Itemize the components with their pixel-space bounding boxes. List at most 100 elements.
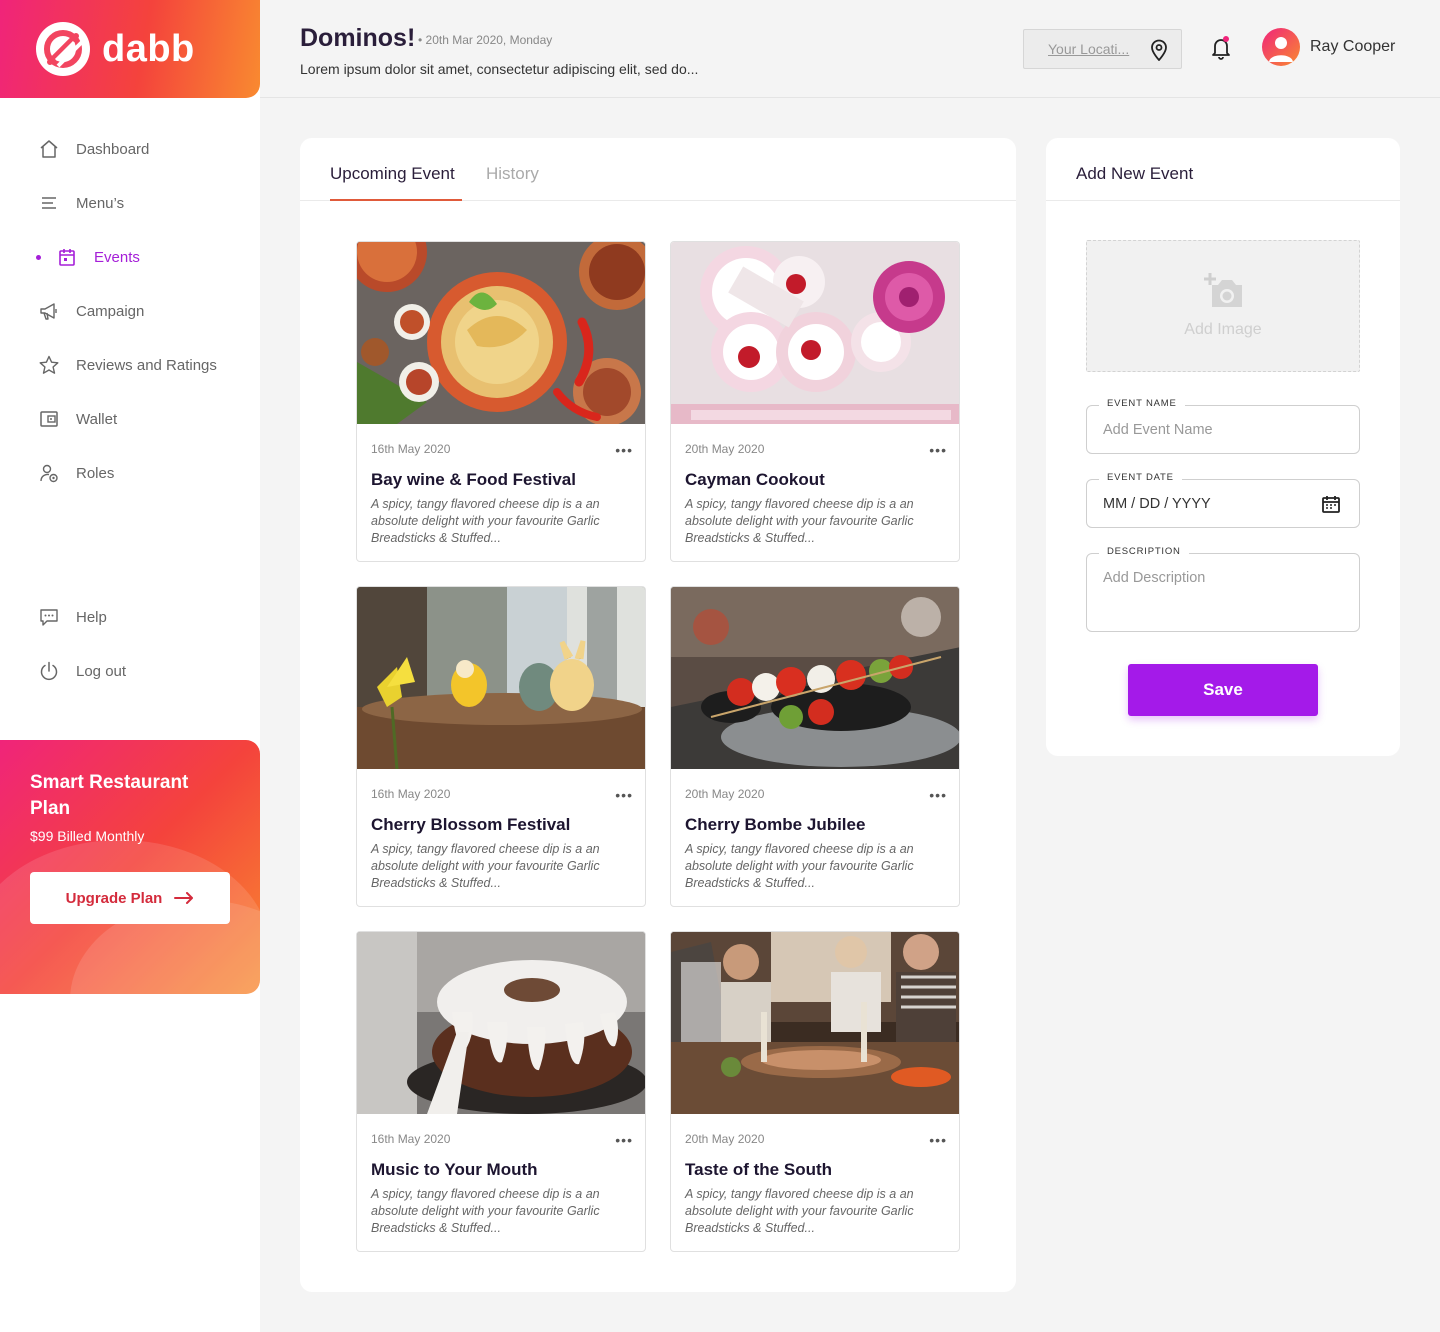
- home-icon: [38, 138, 60, 160]
- event-description: A spicy, tangy flavored cheese dip is a …: [371, 497, 600, 545]
- event-card[interactable]: 16th May 2020 ••• Bay wine & Food Festiv…: [356, 241, 646, 562]
- event-date: 16th May 2020: [371, 787, 451, 801]
- upgrade-plan-button[interactable]: Upgrade Plan: [30, 872, 230, 924]
- page-title: Dominos!: [300, 24, 416, 52]
- event-card[interactable]: 20th May 2020 ••• Taste of the South A s…: [670, 931, 960, 1252]
- header-subtitle: Lorem ipsum dolor sit amet, consectetur …: [300, 61, 699, 77]
- arrow-right-icon: [174, 892, 194, 904]
- event-card[interactable]: 16th May 2020 ••• Music to Your Mouth A …: [356, 931, 646, 1252]
- event-description: A spicy, tangy flavored cheese dip is a …: [685, 1187, 914, 1235]
- megaphone-icon: [38, 300, 60, 322]
- avatar[interactable]: [1262, 28, 1300, 66]
- event-card[interactable]: 16th May 2020 ••• Cherry Blossom Festiva…: [356, 586, 646, 907]
- event-photo-pink-desserts: [671, 242, 959, 424]
- event-date: 20th May 2020: [685, 787, 765, 801]
- sidebar-item-wallet[interactable]: Wallet: [0, 392, 260, 446]
- user-name[interactable]: Ray Cooper: [1310, 38, 1395, 56]
- more-options-icon[interactable]: •••: [615, 1132, 633, 1148]
- upgrade-plan-label: Upgrade Plan: [65, 889, 163, 907]
- event-date: 20th May 2020: [685, 1132, 765, 1146]
- event-name-placeholder: Add Event Name: [1103, 422, 1213, 438]
- event-title: Cherry Bombe Jubilee: [685, 815, 866, 834]
- sidebar-bottom-nav: Help Log out: [0, 590, 260, 698]
- event-description: A spicy, tangy flavored cheese dip is a …: [371, 1187, 600, 1235]
- event-name-label: EVENT NAME: [1099, 398, 1185, 409]
- tab-upcoming-event[interactable]: Upcoming Event: [330, 164, 455, 184]
- sidebar-item-help[interactable]: Help: [0, 590, 260, 644]
- menu-icon: [38, 192, 60, 214]
- promo-title: Smart Restaurant Plan: [30, 772, 189, 819]
- tab-history[interactable]: History: [486, 164, 539, 184]
- more-options-icon[interactable]: •••: [615, 787, 633, 803]
- event-photo-caprese-skewers: [671, 587, 959, 769]
- event-date: 16th May 2020: [371, 442, 451, 456]
- event-date-field[interactable]: EVENT DATE MM / DD / YYYY: [1086, 472, 1360, 528]
- event-title: Bay wine & Food Festival: [371, 470, 576, 489]
- sidebar-item-label: Help: [76, 608, 107, 626]
- notification-bell-icon[interactable]: [1210, 36, 1232, 65]
- location-selector[interactable]: Your Locati...: [1023, 29, 1182, 69]
- event-description-field[interactable]: DESCRIPTION Add Description: [1086, 546, 1360, 632]
- add-event-title: Add New Event: [1076, 164, 1194, 183]
- event-description-placeholder: Add Description: [1103, 570, 1206, 586]
- location-text: Your Locati...: [1048, 41, 1130, 57]
- sidebar-item-logout[interactable]: Log out: [0, 644, 260, 698]
- sidebar-item-label: Log out: [76, 662, 127, 680]
- event-tabs: Upcoming Event History: [300, 138, 1016, 201]
- chat-icon: [38, 606, 60, 628]
- divider: [1046, 200, 1400, 201]
- event-photo-dinner-party: [671, 932, 959, 1114]
- event-photo-bundt-cake: [357, 932, 645, 1114]
- event-name-field[interactable]: EVENT NAME Add Event Name: [1086, 398, 1360, 454]
- more-options-icon[interactable]: •••: [929, 787, 947, 803]
- location-pin-icon: [1149, 39, 1169, 64]
- sidebar: dabb Dashboard Menu’s Events Campaign Re…: [0, 0, 260, 1332]
- sidebar-item-label: Menu’s: [76, 194, 125, 212]
- event-card[interactable]: 20th May 2020 ••• Cherry Bombe Jubilee A…: [670, 586, 960, 907]
- event-date: 16th May 2020: [371, 1132, 451, 1146]
- sidebar-item-roles[interactable]: Roles: [0, 446, 260, 500]
- events-panel: Upcoming Event History 16th May 2020 •••…: [300, 138, 1016, 1292]
- event-description: A spicy, tangy flavored cheese dip is a …: [685, 842, 914, 890]
- event-title: Music to Your Mouth: [371, 1160, 538, 1179]
- event-description-label: DESCRIPTION: [1099, 546, 1189, 557]
- event-photo-noodle-feast: [357, 242, 645, 424]
- event-title: Cherry Blossom Festival: [371, 815, 571, 834]
- event-title: Cayman Cookout: [685, 470, 825, 489]
- event-description: A spicy, tangy flavored cheese dip is a …: [685, 497, 914, 545]
- sidebar-item-reviews[interactable]: Reviews and Ratings: [0, 338, 260, 392]
- sidebar-item-menus[interactable]: Menu’s: [0, 176, 260, 230]
- upgrade-promo-card: Smart Restaurant Plan $99 Billed Monthly…: [0, 740, 260, 994]
- brand-logo[interactable]: dabb: [0, 0, 260, 98]
- sidebar-item-dashboard[interactable]: Dashboard: [0, 122, 260, 176]
- event-description: A spicy, tangy flavored cheese dip is a …: [371, 842, 600, 890]
- add-event-panel: Add New Event Add Image EVENT NAME Add E…: [1046, 138, 1400, 756]
- header-date: • 20th Mar 2020, Monday: [418, 33, 553, 47]
- sidebar-item-label: Reviews and Ratings: [76, 356, 217, 374]
- more-options-icon[interactable]: •••: [929, 1132, 947, 1148]
- add-image-label: Add Image: [1184, 321, 1262, 338]
- brand-name: dabb: [102, 27, 195, 70]
- promo-price: $99 Billed Monthly: [30, 828, 145, 844]
- event-card[interactable]: 20th May 2020 ••• Cayman Cookout A spicy…: [670, 241, 960, 562]
- logo-mark-icon: [36, 22, 90, 76]
- sidebar-item-campaign[interactable]: Campaign: [0, 284, 260, 338]
- active-tab-indicator: [330, 199, 462, 201]
- star-icon: [38, 354, 60, 376]
- wallet-icon: [38, 408, 60, 430]
- calendar-icon: [56, 246, 78, 268]
- sidebar-nav: Dashboard Menu’s Events Campaign Reviews…: [0, 122, 260, 500]
- save-button[interactable]: Save: [1128, 664, 1318, 716]
- calendar-icon[interactable]: [1321, 494, 1341, 519]
- event-photo-easter-decor: [357, 587, 645, 769]
- more-options-icon[interactable]: •••: [615, 442, 633, 458]
- sidebar-item-label: Wallet: [76, 410, 118, 428]
- add-camera-icon: [1202, 271, 1246, 316]
- top-header: Dominos! • 20th Mar 2020, Monday Lorem i…: [260, 0, 1440, 98]
- add-image-dropzone[interactable]: Add Image: [1086, 240, 1360, 372]
- roles-icon: [38, 462, 60, 484]
- more-options-icon[interactable]: •••: [929, 442, 947, 458]
- event-date-placeholder: MM / DD / YYYY: [1103, 496, 1211, 512]
- notification-dot: [1223, 36, 1229, 42]
- sidebar-item-events[interactable]: Events: [0, 230, 260, 284]
